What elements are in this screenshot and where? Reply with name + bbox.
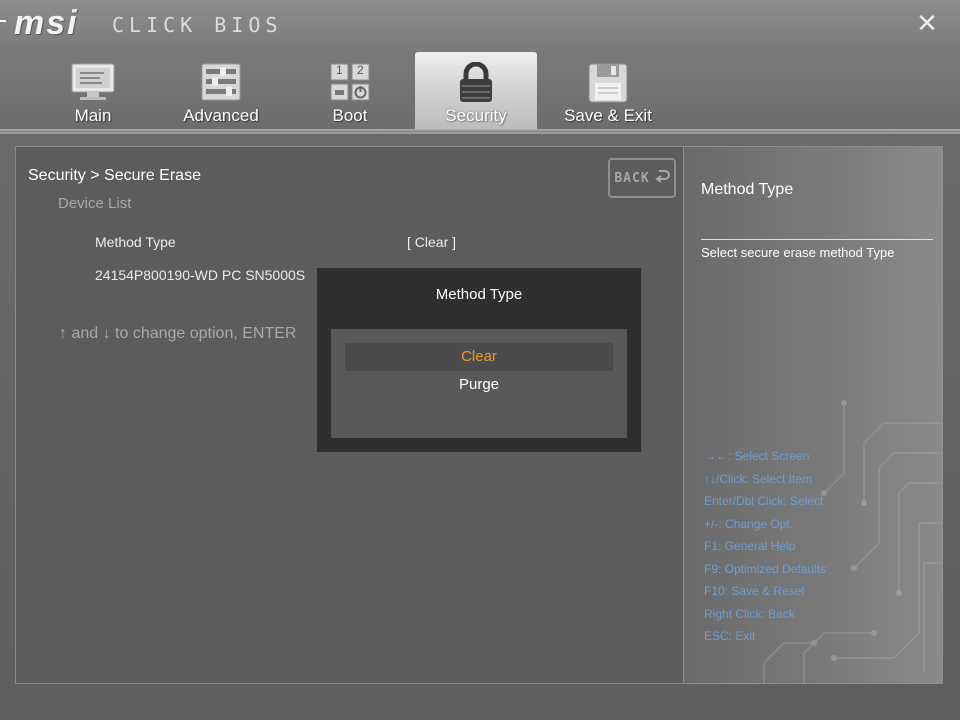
header-bar: msi CLICK BIOS ✕ Main Advanced 1 2 Boot … [0, 0, 960, 134]
key-help-list: →←: Select Screen ↑↓/Click: Select Item … [704, 449, 826, 652]
padlock-icon [456, 61, 496, 109]
device-list-heading: Device List [58, 195, 132, 212]
method-type-dialog: Method Type Clear Purge [317, 268, 641, 452]
advanced-settings-icon [200, 62, 242, 107]
help-title: Method Type [701, 181, 794, 198]
key-help-item: ↑↓/Click: Select Item [704, 471, 813, 486]
key-help-item: Right Click: Back [704, 606, 795, 621]
navigation-hint: ↑ and ↓ to change option, ENTER [59, 325, 297, 342]
method-type-value[interactable]: [ Clear ] [407, 234, 456, 250]
key-help-item: Enter/Dbl Click: Select [704, 494, 824, 508]
tab-security[interactable]: Security [415, 52, 537, 130]
option-purge[interactable]: Purge [345, 371, 613, 399]
boot-digit-2: 2 [357, 63, 364, 77]
key-help-item: →←: Select Screen [704, 449, 810, 463]
floppy-disk-icon [587, 62, 629, 109]
tab-main[interactable]: Main [30, 52, 156, 130]
key-help-item: F1: General Help [704, 539, 796, 553]
monitor-icon [70, 62, 116, 107]
option-clear[interactable]: Clear [345, 343, 613, 371]
help-description: Select secure erase method Type [701, 245, 895, 260]
tab-save-exit-label: Save & Exit [564, 106, 652, 125]
back-button-label: BACK [614, 170, 650, 186]
dialog-option-list: Clear Purge [331, 329, 627, 438]
product-name: CLICK BIOS [112, 13, 283, 37]
tab-boot-label: Boot [332, 106, 368, 125]
help-panel: Method Type Select secure erase method T… [683, 146, 943, 684]
tab-security-label: Security [445, 106, 507, 125]
key-help-item: +/-: Change Opt. [704, 516, 794, 531]
key-help-item: F9: Optimized Defaults [704, 561, 827, 576]
back-arrow-icon [654, 168, 670, 188]
dialog-title: Method Type [435, 286, 523, 303]
device-item[interactable]: 24154P800190-WD PC SN5000S [95, 267, 305, 283]
brand-dash [0, 20, 6, 22]
close-icon[interactable]: ✕ [914, 10, 940, 36]
tab-boot[interactable]: 1 2 Boot [288, 52, 412, 130]
boot-icon: 1 2 [329, 62, 371, 107]
key-help-item: ESC: Exit [704, 629, 756, 643]
tab-advanced-label: Advanced [183, 106, 259, 125]
breadcrumb: Security > Secure Erase [28, 167, 201, 184]
back-button[interactable]: BACK [608, 158, 676, 198]
boot-digit-1: 1 [336, 63, 343, 77]
key-help-item: F10: Save & Reset [704, 584, 805, 598]
tab-advanced[interactable]: Advanced [160, 52, 282, 130]
method-type-label[interactable]: Method Type [95, 234, 176, 250]
help-divider [701, 239, 933, 240]
tab-save-exit[interactable]: Save & Exit [544, 52, 672, 130]
brand-logo: msi [14, 4, 79, 42]
tab-main-label: Main [74, 106, 112, 125]
